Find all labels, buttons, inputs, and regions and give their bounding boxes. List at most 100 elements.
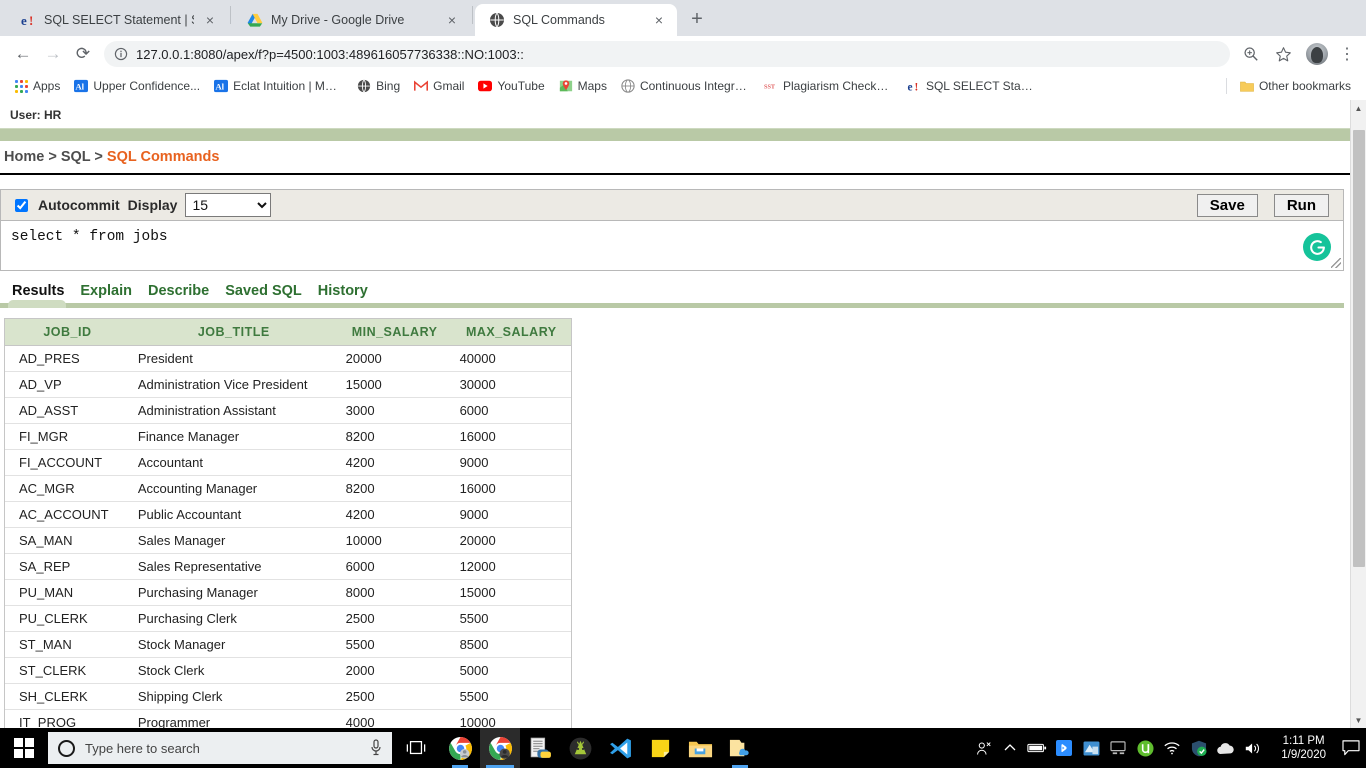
- bookmark-gmail[interactable]: Gmail: [407, 77, 471, 95]
- table-row: SH_CLERK Shipping Clerk 2500 5500: [5, 683, 571, 710]
- bookmark-star-icon[interactable]: [1268, 39, 1298, 69]
- forward-button[interactable]: →: [38, 39, 68, 69]
- browser-tab-2[interactable]: My Drive - Google Drive ×: [233, 4, 470, 36]
- page-viewport: Home Logout Help User: HR Home > SQL > S…: [0, 100, 1366, 728]
- table-row: AD_PRES President 20000 40000: [5, 345, 571, 372]
- bing-icon: [357, 79, 371, 93]
- table-cell: 20000: [451, 527, 571, 554]
- grammarly-icon[interactable]: [1303, 233, 1331, 261]
- bookmark-eclat-intuition[interactable]: Al Eclat Intuition | Mac...: [207, 77, 350, 95]
- taskbar-python-script[interactable]: [520, 728, 560, 768]
- bookmark-youtube[interactable]: YouTube: [471, 77, 551, 95]
- column-header-min-salary[interactable]: MIN_SALARY: [337, 319, 452, 346]
- svg-text:SST: SST: [764, 84, 776, 91]
- bookmark-bing[interactable]: Bing: [350, 77, 407, 95]
- column-header-job-id[interactable]: JOB_ID: [5, 319, 130, 346]
- sst-icon: SST: [764, 84, 776, 91]
- windows-defender-icon[interactable]: [1187, 733, 1211, 763]
- scroll-up-arrow-icon[interactable]: ▲: [1351, 100, 1366, 116]
- svg-text:e: e: [907, 81, 912, 93]
- zoom-icon[interactable]: [1236, 39, 1266, 69]
- table-cell: 6000: [451, 397, 571, 424]
- table-cell: 2000: [337, 657, 452, 684]
- taskbar-sticky-notes[interactable]: [640, 728, 680, 768]
- display-label: Display: [127, 197, 178, 213]
- new-tab-button[interactable]: +: [683, 5, 711, 33]
- table-cell: Stock Manager: [129, 631, 338, 658]
- taskbar-onedrive-folder[interactable]: [720, 728, 760, 768]
- display-icon[interactable]: [1106, 733, 1130, 763]
- taskbar-google-chrome-profile[interactable]: [480, 728, 520, 768]
- bookmark-upper-confidence[interactable]: Al Upper Confidence...: [67, 77, 207, 95]
- profile-avatar[interactable]: [1306, 43, 1328, 65]
- table-cell: 15000: [451, 579, 571, 606]
- task-view-icon[interactable]: [392, 728, 440, 768]
- browser-tab-3[interactable]: SQL Commands ×: [475, 4, 677, 36]
- sql-editor[interactable]: select * from jobs: [0, 221, 1344, 271]
- taskbar-visual-studio-code[interactable]: [600, 728, 640, 768]
- svg-text:e: e: [21, 13, 27, 28]
- site-info-icon[interactable]: [114, 47, 128, 61]
- save-button[interactable]: Save: [1196, 193, 1258, 217]
- tab-close-icon[interactable]: ×: [444, 13, 460, 27]
- column-header-job-title[interactable]: JOB_TITLE: [129, 319, 338, 346]
- display-rows-select[interactable]: 101520501001000: [185, 193, 272, 217]
- taskbar-google-chrome[interactable]: [440, 728, 480, 768]
- wifi-icon[interactable]: [1160, 733, 1184, 763]
- tab-explain[interactable]: Explain: [80, 283, 132, 299]
- start-button[interactable]: [0, 728, 48, 768]
- table-cell: 3000: [337, 397, 452, 424]
- page-scrollbar[interactable]: ▲ ▼: [1350, 100, 1366, 728]
- taskbar-file-explorer[interactable]: [680, 728, 720, 768]
- taskbar-clock[interactable]: 1:11 PM 1/9/2020: [1271, 734, 1336, 762]
- onedrive-icon[interactable]: [1214, 733, 1238, 763]
- bluetooth-icon[interactable]: [1052, 733, 1076, 763]
- table-cell: 8000: [337, 579, 452, 606]
- chevron-up-icon[interactable]: [998, 733, 1022, 763]
- tab-close-icon[interactable]: ×: [202, 13, 218, 27]
- volume-icon[interactable]: [1241, 733, 1265, 763]
- table-row: ST_MAN Stock Manager 5500 8500: [5, 631, 571, 658]
- bookmark-label: YouTube: [497, 79, 545, 93]
- tab-results[interactable]: Results: [12, 283, 64, 299]
- table-cell: FI_ACCOUNT: [5, 449, 130, 476]
- tab-history[interactable]: History: [318, 283, 368, 299]
- bookmark-plagiarism-checker[interactable]: SST Plagiarism Checker...: [757, 77, 900, 95]
- action-center-icon[interactable]: [1336, 740, 1366, 756]
- sql-editor-text[interactable]: select * from jobs: [1, 221, 1343, 253]
- tab-close-icon[interactable]: ×: [651, 13, 667, 27]
- table-cell: ST_MAN: [5, 631, 130, 658]
- chrome-menu-icon[interactable]: ⋮: [1336, 44, 1358, 64]
- tab-saved-sql[interactable]: Saved SQL: [225, 283, 302, 299]
- other-bookmarks-button[interactable]: Other bookmarks: [1233, 77, 1358, 95]
- table-cell: 8200: [337, 475, 452, 502]
- battery-icon[interactable]: [1025, 733, 1049, 763]
- table-row: ST_CLERK Stock Clerk 2000 5000: [5, 657, 571, 684]
- run-button[interactable]: Run: [1273, 193, 1329, 217]
- bookmark-sql-select-statement[interactable]: e ! SQL SELECT Statem...: [900, 77, 1043, 95]
- editor-resize-grip[interactable]: [1331, 258, 1341, 268]
- autocommit-checkbox[interactable]: [15, 198, 28, 212]
- address-bar[interactable]: 127.0.0.1:8080/apex/f?p=4500:1003:489616…: [104, 41, 1230, 67]
- browser-tab-1[interactable]: e ! SQL SELECT Statement | SQL SELE ×: [6, 4, 228, 36]
- bookmark-continuous-integration[interactable]: Continuous Integra...: [614, 77, 757, 95]
- bookmark-apps[interactable]: Apps: [8, 77, 67, 95]
- column-header-max-salary[interactable]: MAX_SALARY: [451, 319, 571, 346]
- reload-button[interactable]: ⟳: [68, 39, 98, 69]
- taskbar-search-box[interactable]: Type here to search: [48, 732, 392, 764]
- microphone-icon[interactable]: [370, 739, 382, 757]
- scrollbar-thumb[interactable]: [1353, 130, 1365, 567]
- bookmark-maps[interactable]: Maps: [552, 77, 614, 95]
- taskbar-android-studio[interactable]: [560, 728, 600, 768]
- tab-describe[interactable]: Describe: [148, 283, 209, 299]
- network-icon[interactable]: [1079, 733, 1103, 763]
- back-button[interactable]: ←: [8, 39, 38, 69]
- breadcrumb-sql[interactable]: SQL: [61, 149, 91, 165]
- javatpoint-e-icon: e !: [907, 81, 918, 93]
- system-tray: [971, 733, 1271, 763]
- youtube-icon: [478, 80, 493, 92]
- breadcrumb-home[interactable]: Home: [4, 149, 44, 165]
- scroll-down-arrow-icon[interactable]: ▼: [1351, 712, 1366, 728]
- utorrent-icon[interactable]: [1133, 733, 1157, 763]
- people-icon[interactable]: [971, 733, 995, 763]
